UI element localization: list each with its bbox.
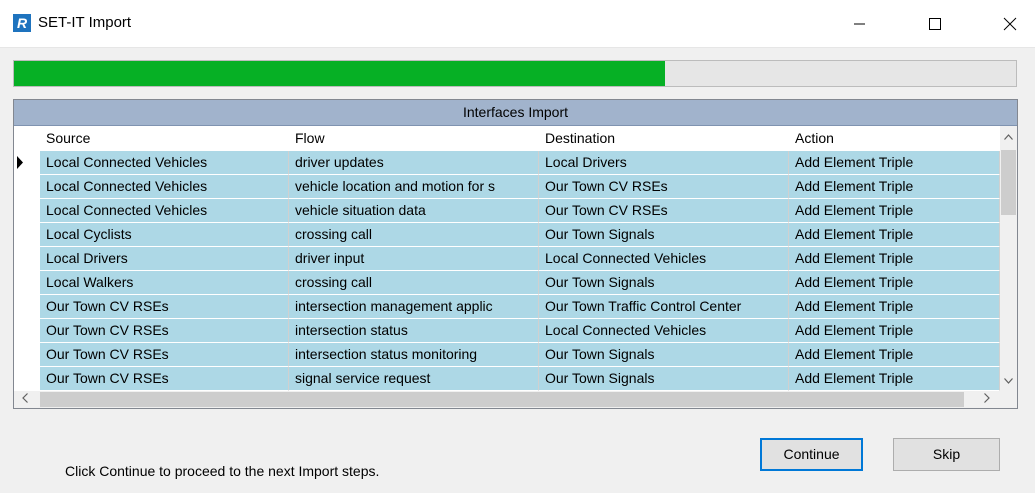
cell-destination[interactable]: Our Town Signals — [539, 367, 789, 391]
cell-destination[interactable]: Our Town CV RSEs — [539, 199, 789, 223]
cell-flow[interactable]: intersection status monitoring — [289, 343, 539, 367]
cell-destination[interactable]: Our Town Signals — [539, 223, 789, 247]
table-row[interactable]: Our Town CV RSEs intersection status moni… — [14, 343, 1000, 367]
row-header[interactable] — [14, 247, 39, 271]
scroll-right-icon[interactable] — [984, 393, 990, 407]
cell-destination[interactable]: Our Town CV RSEs — [539, 175, 789, 199]
cell-action[interactable]: Add Element Triple — [789, 367, 1000, 391]
cell-action[interactable]: Add Element Triple — [789, 247, 1000, 271]
table-row[interactable]: Our Town CV RSEs intersection status Local… — [14, 319, 1000, 343]
cell-action[interactable]: Add Element Triple — [789, 271, 1000, 295]
cell-destination[interactable]: Our Town Signals — [539, 271, 789, 295]
progress-fill — [14, 61, 666, 86]
cell-flow[interactable]: driver updates — [289, 151, 539, 175]
title-bar[interactable]: R SET-IT Import — [0, 0, 1035, 48]
scroll-down-icon[interactable] — [1004, 374, 1013, 388]
current-row-arrow-icon[interactable] — [14, 151, 39, 175]
horizontal-scroll-thumb[interactable] — [40, 392, 964, 407]
horizontal-scrollbar[interactable] — [14, 391, 1000, 408]
cell-action[interactable]: Add Element Triple — [789, 295, 1000, 319]
window-title: SET-IT Import — [38, 14, 132, 31]
vertical-scroll-thumb[interactable] — [1001, 150, 1016, 215]
cell-destination[interactable]: Our Town Traffic Control Center — [539, 295, 789, 319]
cell-source[interactable]: Our Town CV RSEs — [40, 319, 289, 343]
scroll-up-icon[interactable] — [1004, 130, 1013, 144]
import-progress-bar — [13, 60, 1017, 87]
table-row[interactable]: Local Connected Vehicles vehicle location… — [14, 175, 1000, 199]
close-icon — [1003, 17, 1017, 31]
column-header-destination[interactable]: Destination — [539, 126, 789, 151]
cell-action[interactable]: Add Element Triple — [789, 151, 1000, 175]
cell-source[interactable]: Local Walkers — [40, 271, 289, 295]
cell-source[interactable]: Local Connected Vehicles — [40, 199, 289, 223]
cell-flow[interactable]: driver input — [289, 247, 539, 271]
row-header[interactable] — [14, 199, 39, 223]
cell-source[interactable]: Local Connected Vehicles — [40, 151, 289, 175]
cell-source[interactable]: Our Town CV RSEs — [40, 367, 289, 391]
cell-destination[interactable]: Local Connected Vehicles — [539, 247, 789, 271]
cell-destination[interactable]: Local Connected Vehicles — [539, 319, 789, 343]
cell-destination[interactable]: Local Drivers — [539, 151, 789, 175]
table-row[interactable]: Local Cyclists crossing call Our Town Sign… — [14, 223, 1000, 247]
cell-flow[interactable]: crossing call — [289, 223, 539, 247]
app-icon: R — [13, 14, 31, 32]
cell-flow[interactable]: intersection status — [289, 319, 539, 343]
column-header-flow[interactable]: Flow — [289, 126, 539, 151]
row-header[interactable] — [14, 271, 39, 295]
row-header[interactable] — [14, 223, 39, 247]
maximize-button[interactable] — [912, 0, 958, 47]
table-row[interactable]: Local Drivers driver input Local Connected… — [14, 247, 1000, 271]
cell-flow[interactable]: crossing call — [289, 271, 539, 295]
row-header[interactable] — [14, 319, 39, 343]
continue-button[interactable]: Continue — [760, 438, 863, 471]
table-row[interactable]: Our Town CV RSEs intersection management … — [14, 295, 1000, 319]
maximize-icon — [929, 18, 941, 30]
grid-caption: Interfaces Import — [14, 100, 1017, 126]
cell-flow[interactable]: vehicle situation data — [289, 199, 539, 223]
cell-flow[interactable]: intersection management applic — [289, 295, 539, 319]
cell-flow[interactable]: signal service request — [289, 367, 539, 391]
cell-action[interactable]: Add Element Triple — [789, 199, 1000, 223]
scroll-left-icon[interactable] — [22, 393, 28, 407]
row-header[interactable] — [14, 295, 39, 319]
row-header[interactable] — [14, 367, 39, 391]
table-row[interactable]: Our Town CV RSEs signal service request Ou… — [14, 367, 1000, 391]
close-button[interactable] — [987, 0, 1033, 47]
table-row[interactable]: Local Walkers crossing call Our Town Signa… — [14, 271, 1000, 295]
cell-action[interactable]: Add Element Triple — [789, 223, 1000, 247]
grid-rows: Local Connected Vehicles driver updates Lo… — [14, 151, 1017, 391]
minimize-button[interactable] — [836, 0, 882, 47]
footer-message: Click Continue to proceed to the next Im… — [65, 463, 380, 479]
cell-source[interactable]: Local Drivers — [40, 247, 289, 271]
minimize-icon — [854, 23, 865, 25]
cell-source[interactable]: Local Cyclists — [40, 223, 289, 247]
cell-source[interactable]: Our Town CV RSEs — [40, 295, 289, 319]
column-header-source[interactable]: Source — [40, 126, 289, 151]
cell-action[interactable]: Add Element Triple — [789, 343, 1000, 367]
cell-action[interactable]: Add Element Triple — [789, 175, 1000, 199]
column-header-action[interactable]: Action — [789, 126, 1000, 151]
cell-destination[interactable]: Our Town Signals — [539, 343, 789, 367]
cell-action[interactable]: Add Element Triple — [789, 319, 1000, 343]
table-row[interactable]: Local Connected Vehicles driver updates Lo… — [14, 151, 1000, 175]
cell-source[interactable]: Our Town CV RSEs — [40, 343, 289, 367]
vertical-scrollbar[interactable] — [1000, 126, 1017, 391]
interfaces-grid[interactable]: Interfaces Import Source Flow Destinatio… — [13, 99, 1018, 409]
cell-source[interactable]: Local Connected Vehicles — [40, 175, 289, 199]
scrollbar-corner — [1000, 391, 1017, 408]
row-header[interactable] — [14, 343, 39, 367]
skip-button[interactable]: Skip — [893, 438, 1000, 471]
grid-header: Source Flow Destination Action — [14, 126, 1000, 151]
row-header[interactable] — [14, 175, 39, 199]
cell-flow[interactable]: vehicle location and motion for s — [289, 175, 539, 199]
table-row[interactable]: Local Connected Vehicles vehicle situatio… — [14, 199, 1000, 223]
